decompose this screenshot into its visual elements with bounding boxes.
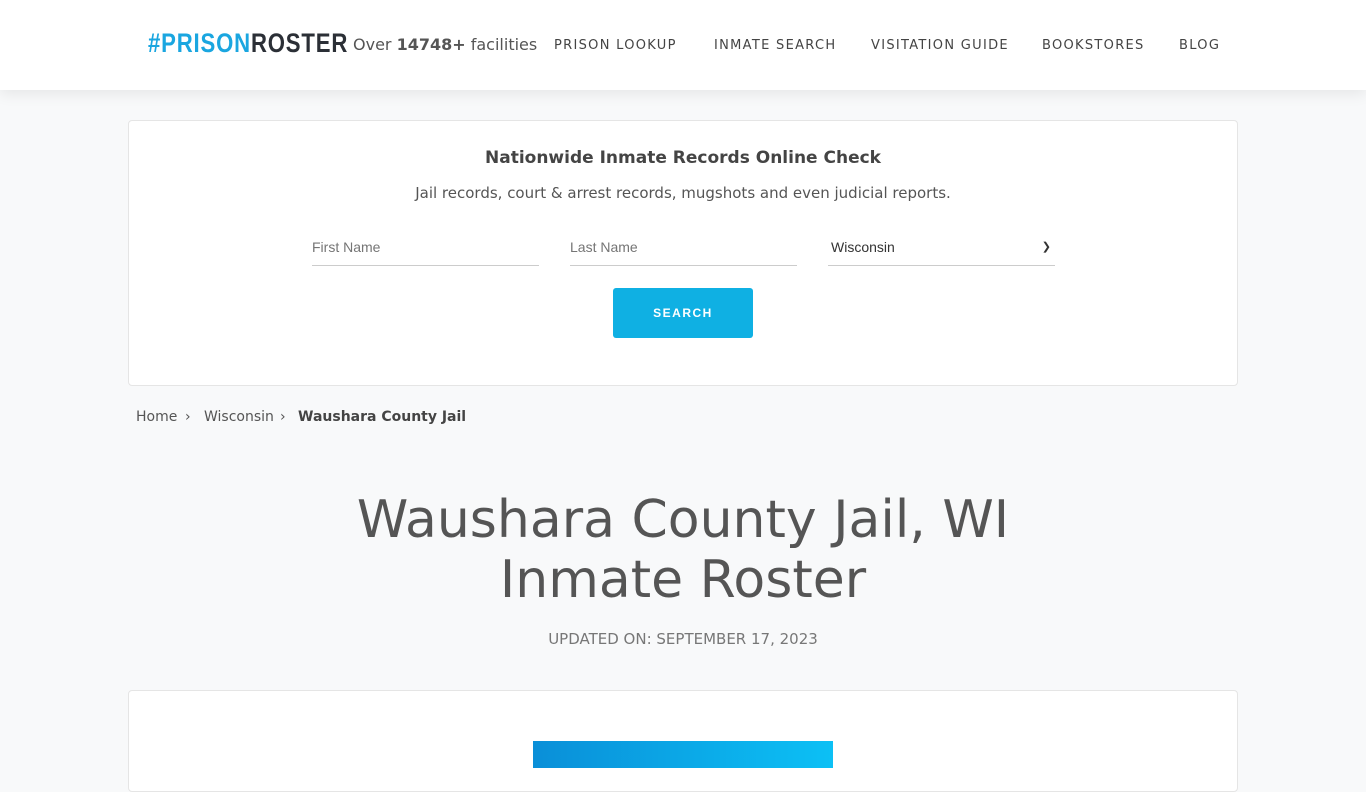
breadcrumb-current: Waushara County Jail <box>298 409 467 425</box>
chevron-down-icon: ❯ <box>1041 241 1051 253</box>
search-button[interactable]: SEARCH <box>613 288 753 338</box>
updated-date: UPDATED ON: SEPTEMBER 17, 2023 <box>548 630 818 648</box>
nav-blog[interactable]: BLOG <box>1179 38 1220 53</box>
chevron-right-icon: › <box>185 409 191 425</box>
nav-inmate-search[interactable]: INMATE SEARCH <box>714 38 836 53</box>
nav-prison-lookup[interactable]: PRISON LOOKUP <box>554 38 677 53</box>
header: #PRISONROSTER Over 14748+ facilities PRI… <box>0 0 1366 90</box>
first-name-input[interactable] <box>312 229 539 266</box>
nav-bookstores[interactable]: BOOKSTORES <box>1042 38 1145 53</box>
search-card: Nationwide Inmate Records Online Check J… <box>128 120 1238 386</box>
chevron-right-icon: › <box>280 409 286 425</box>
banner-image <box>533 741 833 768</box>
facility-count: Over 14748+ facilities <box>353 35 538 54</box>
search-subtitle: Jail records, court & arrest records, mu… <box>415 184 951 202</box>
last-name-input[interactable] <box>570 229 797 266</box>
logo[interactable]: #PRISONROSTER <box>148 28 348 59</box>
state-select[interactable]: Wisconsin ❯ <box>828 229 1055 266</box>
page-title: Waushara County Jail, WI Inmate Roster <box>356 490 1010 610</box>
breadcrumb-wisconsin[interactable]: Wisconsin <box>204 409 274 425</box>
breadcrumb-home[interactable]: Home <box>136 409 177 425</box>
search-title: Nationwide Inmate Records Online Check <box>485 148 881 168</box>
nav-visitation-guide[interactable]: VISITATION GUIDE <box>871 38 1009 53</box>
